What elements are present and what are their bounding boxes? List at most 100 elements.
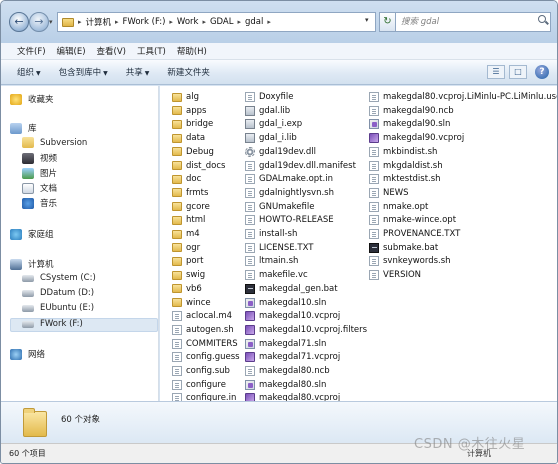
help-icon[interactable]: ? — [535, 65, 549, 79]
file-item[interactable]: makegdal80.ncb — [245, 364, 330, 378]
file-item[interactable]: svnkeywords.sh — [369, 254, 451, 268]
file-item[interactable]: nmake-wince.opt — [369, 213, 456, 227]
file-item[interactable]: ltmain.sh — [245, 254, 298, 268]
file-item[interactable]: frmts — [172, 186, 208, 200]
file-item[interactable]: makefile.vc — [245, 268, 308, 282]
file-item[interactable]: mktestdist.sh — [369, 172, 441, 186]
file-item[interactable]: makegdal80.vcproj.LiMinlu-PC.LiMinlu.use… — [369, 90, 557, 104]
file-item[interactable]: makegdal10.vcproj.filters — [245, 323, 367, 337]
file-item[interactable]: data — [172, 131, 205, 145]
file-item[interactable]: PROVENANCE.TXT — [369, 227, 460, 241]
nav-drive-c[interactable]: CSystem (C:) — [22, 273, 96, 283]
file-item[interactable]: nmake.opt — [369, 200, 428, 214]
breadcrumb-computer[interactable]: 计算机 — [86, 16, 112, 28]
nav-lib-music[interactable]: 音乐 — [22, 197, 57, 209]
file-item[interactable]: GNUmakefile — [245, 200, 314, 214]
file-item[interactable]: install-sh — [245, 227, 297, 241]
file-item[interactable]: m4 — [172, 227, 200, 241]
breadcrumb-gdal[interactable]: gdal — [245, 17, 263, 27]
file-item[interactable]: wince — [172, 296, 211, 310]
breadcrumb-gdal-parent[interactable]: GDAL — [210, 17, 234, 27]
nav-lib-subversion[interactable]: Subversion — [22, 137, 87, 148]
include-in-library-button[interactable]: 包含到库中 ▼ — [59, 66, 108, 78]
file-item[interactable]: dist_docs — [172, 159, 225, 173]
chevron-right-icon[interactable]: ▸ — [78, 18, 82, 26]
file-item[interactable]: alg — [172, 90, 199, 104]
nav-lib-videos[interactable]: 视频 — [22, 152, 57, 164]
chevron-right-icon[interactable]: ▸ — [169, 18, 173, 26]
file-item[interactable]: GDALmake.opt.in — [245, 172, 333, 186]
nav-drive-d[interactable]: DDatum (D:) — [22, 288, 94, 298]
file-item[interactable]: makegdal90.sln — [369, 117, 450, 131]
file-item[interactable]: aclocal.m4 — [172, 309, 232, 323]
file-item[interactable]: makegdal71.sln — [245, 337, 326, 351]
address-dropdown-icon[interactable]: ▾ — [365, 16, 369, 24]
file-item[interactable]: config.sub — [172, 364, 230, 378]
file-item[interactable]: gdal_i.exp — [245, 117, 302, 131]
file-item[interactable]: html — [172, 213, 205, 227]
menu-help[interactable]: 帮助(H) — [177, 45, 207, 57]
chevron-right-icon[interactable]: ▸ — [115, 18, 119, 26]
nav-homegroup[interactable]: 家庭组 — [10, 228, 54, 240]
file-item[interactable]: swig — [172, 268, 205, 282]
new-folder-button[interactable]: 新建文件夹 — [167, 66, 210, 78]
file-item[interactable]: mkgdaldist.sh — [369, 159, 443, 173]
recent-pages-dropdown-icon[interactable]: ▾ — [49, 18, 57, 26]
menu-view[interactable]: 查看(V) — [97, 45, 126, 57]
file-item[interactable]: makegdal90.ncb — [369, 104, 454, 118]
share-button[interactable]: 共享 ▼ — [126, 66, 150, 78]
address-bar[interactable]: ▸ 计算机 ▸ FWork (F:) ▸ Work ▸ GDAL ▸ gdal … — [57, 12, 376, 32]
file-item[interactable]: doc — [172, 172, 201, 186]
nav-drive-f[interactable]: FWork (F:) — [22, 319, 83, 329]
nav-lib-pictures[interactable]: 图片 — [22, 167, 57, 179]
file-item[interactable]: VERSION — [369, 268, 421, 282]
menu-edit[interactable]: 编辑(E) — [57, 45, 86, 57]
back-arrow-icon[interactable]: ← — [9, 12, 29, 32]
preview-pane-icon[interactable]: □ — [509, 65, 527, 79]
file-item[interactable]: bridge — [172, 117, 213, 131]
file-item[interactable]: gcore — [172, 200, 210, 214]
file-item[interactable]: HOWTO-RELEASE — [245, 213, 334, 227]
forward-arrow-icon[interactable]: → — [29, 12, 49, 32]
file-item[interactable]: gdal19dev.dll.manifest — [245, 159, 356, 173]
file-item[interactable]: gdal19dev.dll — [245, 145, 316, 159]
file-item[interactable]: autogen.sh — [172, 323, 234, 337]
organize-button[interactable]: 组织 ▼ — [17, 66, 41, 78]
file-item[interactable]: makegdal10.vcproj — [245, 309, 340, 323]
nav-drive-e[interactable]: EUbuntu (E:) — [22, 303, 94, 313]
menu-file[interactable]: 文件(F) — [17, 45, 46, 57]
refresh-icon[interactable]: ↻ — [379, 12, 396, 32]
file-item[interactable]: configure — [172, 378, 226, 392]
file-item[interactable]: port — [172, 254, 203, 268]
search-input[interactable]: 搜索 gdal — [395, 12, 551, 32]
chevron-right-icon[interactable]: ▸ — [238, 18, 242, 26]
file-item[interactable]: NEWS — [369, 186, 409, 200]
file-item[interactable]: makegdal_gen.bat — [245, 282, 338, 296]
nav-lib-documents[interactable]: 文档 — [22, 182, 57, 194]
nav-computer[interactable]: 计算机 — [10, 258, 54, 270]
file-item[interactable]: gdalnightlysvn.sh — [245, 186, 334, 200]
chevron-right-icon[interactable]: ▸ — [267, 18, 271, 26]
file-item[interactable]: gdal.lib — [245, 104, 290, 118]
file-item[interactable]: makegdal10.sln — [245, 296, 326, 310]
file-item[interactable]: LICENSE.TXT — [245, 241, 313, 255]
nav-network[interactable]: 网络 — [10, 348, 45, 360]
search-icon[interactable] — [538, 15, 546, 23]
file-item[interactable]: ogr — [172, 241, 200, 255]
nav-favorites[interactable]: 收藏夹 — [10, 93, 54, 105]
file-item[interactable]: COMMITERS — [172, 337, 238, 351]
file-item[interactable]: vb6 — [172, 282, 202, 296]
file-item[interactable]: apps — [172, 104, 206, 118]
menu-tools[interactable]: 工具(T) — [137, 45, 166, 57]
file-item[interactable]: submake.bat — [369, 241, 438, 255]
file-item[interactable]: mkbindist.sh — [369, 145, 437, 159]
file-item[interactable]: config.guess — [172, 350, 240, 364]
change-view-icon[interactable]: ☰ — [487, 65, 505, 79]
chevron-right-icon[interactable]: ▸ — [202, 18, 206, 26]
breadcrumb-fwork[interactable]: FWork (F:) — [123, 17, 166, 27]
file-item[interactable]: gdal_i.lib — [245, 131, 297, 145]
file-item[interactable]: makegdal90.vcproj — [369, 131, 464, 145]
breadcrumb-work[interactable]: Work — [177, 17, 199, 27]
file-item[interactable]: Debug — [172, 145, 214, 159]
file-item[interactable]: Doxyfile — [245, 90, 294, 104]
